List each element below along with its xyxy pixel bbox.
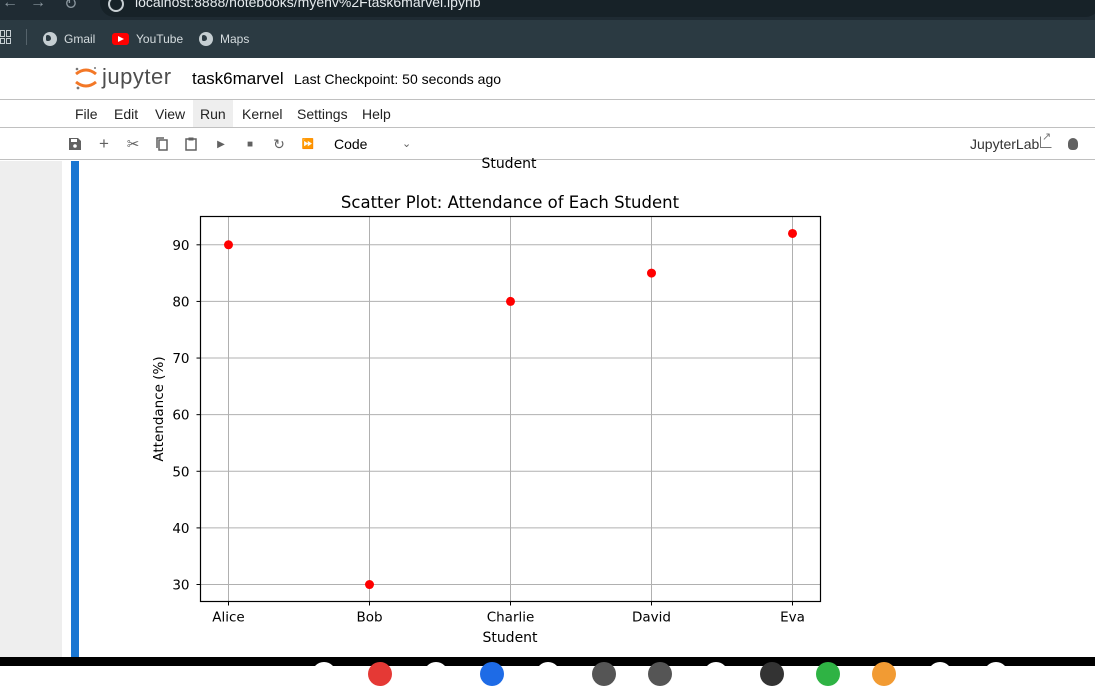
data-point-eva [788, 228, 797, 238]
fast-forward-icon[interactable]: ⏩ [300, 136, 316, 152]
jupyter-header: jupyter task6marvel Last Checkpoint: 50 … [0, 58, 1095, 100]
x-tick-label: Eva [780, 610, 805, 626]
menu-help[interactable]: Help [355, 100, 398, 127]
y-tick-label: 60 [172, 408, 189, 424]
save-icon[interactable] [67, 136, 83, 152]
bookmark-label: Maps [220, 32, 250, 46]
data-point-alice [224, 240, 233, 250]
x-tick-label: Bob [356, 610, 382, 626]
checkpoint-status: Last Checkpoint: 50 seconds ago [294, 71, 502, 87]
x-tick-label: Charlie [487, 610, 535, 626]
browser-url-row: ← → ↻ localhost:8888/notebooks/myenv%2Ft… [0, 0, 1095, 20]
y-tick-label: 90 [172, 238, 189, 254]
restart-icon[interactable]: ↻ [271, 136, 287, 152]
cell-type-select[interactable]: Code [334, 136, 367, 152]
jupyter-logo-icon[interactable] [73, 65, 99, 91]
notebook-toolbar: + ✂ ▶ ■ ↻ ⏩ Code ⌄ JupyterLab [0, 128, 1095, 160]
bookmark-maps[interactable]: Maps [199, 30, 249, 48]
bookmark-youtube[interactable]: YouTube [112, 30, 183, 48]
bookmark-gmail[interactable]: Gmail [43, 30, 95, 48]
bookmark-label: YouTube [136, 32, 184, 46]
youtube-icon [112, 33, 129, 45]
os-taskbar [0, 657, 1095, 686]
url-text[interactable]: localhost:8888/notebooks/myenv%2Ftask6ma… [135, 0, 481, 10]
menu-kernel[interactable]: Kernel [235, 100, 289, 127]
copy-icon[interactable] [154, 136, 170, 152]
chart-title: Scatter Plot: Attendance of Each Student [341, 193, 680, 212]
back-icon[interactable]: ← [2, 0, 18, 12]
menu-run[interactable]: Run [193, 100, 233, 127]
cut-icon[interactable]: ✂ [125, 136, 141, 153]
menu-view[interactable]: View [148, 100, 192, 127]
menu-file[interactable]: File [68, 100, 105, 127]
x-tick-label: David [632, 610, 671, 626]
data-point-bob [365, 580, 374, 590]
left-gutter [0, 161, 62, 658]
apps-grid-icon[interactable] [0, 30, 11, 44]
debugger-bug-icon[interactable] [1068, 138, 1078, 150]
y-tick-label: 50 [172, 464, 189, 480]
data-point-david [647, 268, 656, 278]
bookmark-label: Gmail [64, 32, 96, 46]
add-cell-icon[interactable]: + [96, 134, 112, 153]
bookmarks-bar: Gmail YouTube Maps [0, 20, 1095, 58]
globe-icon [43, 32, 57, 46]
plot-frame [199, 215, 822, 603]
y-tick-label: 80 [172, 294, 189, 310]
menu-edit[interactable]: Edit [107, 100, 145, 127]
run-icon[interactable]: ▶ [213, 136, 229, 152]
reload-icon[interactable]: ↻ [64, 0, 77, 14]
y-tick-label: 40 [172, 521, 189, 537]
jupyter-wordmark: jupyter [102, 64, 172, 89]
forward-icon[interactable]: → [30, 0, 46, 12]
paste-icon[interactable] [183, 136, 199, 152]
active-cell-indicator[interactable] [71, 161, 79, 658]
menu-settings[interactable]: Settings [290, 100, 355, 127]
y-tick-label: 30 [172, 578, 189, 594]
external-link-icon[interactable] [1040, 130, 1052, 148]
bookmarks-separator [26, 29, 27, 45]
data-point-charlie [506, 296, 515, 306]
chevron-down-icon[interactable]: ⌄ [402, 137, 411, 150]
y-tick-label: 70 [172, 351, 189, 367]
notebook-title[interactable]: task6marvel [192, 69, 284, 89]
x-tick-label: Alice [212, 610, 244, 626]
y-axis-label: Attendance (%) [151, 356, 167, 461]
x-axis-label: Student [482, 630, 538, 646]
address-bar[interactable]: localhost:8888/notebooks/myenv%2Ftask6ma… [100, 0, 1095, 17]
jupyterlab-link[interactable]: JupyterLab [970, 136, 1039, 152]
globe-icon [199, 32, 213, 46]
site-info-icon[interactable] [108, 0, 124, 12]
stop-icon[interactable]: ■ [242, 136, 258, 152]
menu-bar: File Edit View Run Kernel Settings Help [0, 100, 1095, 128]
